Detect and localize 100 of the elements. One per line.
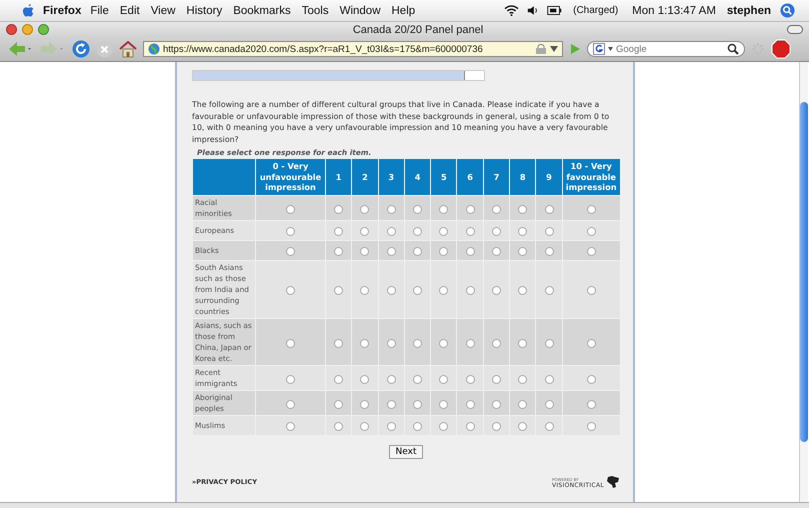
radio-button[interactable]	[544, 338, 554, 348]
radio-button[interactable]	[360, 286, 370, 296]
menu-item[interactable]: File	[90, 4, 109, 16]
radio-button[interactable]	[334, 400, 344, 409]
clock[interactable]: Mon 1:13:47 AM	[632, 4, 716, 16]
radio-button[interactable]	[518, 400, 528, 409]
stop-sign-icon[interactable]	[771, 39, 791, 59]
toolbar-toggle-icon[interactable]	[787, 25, 803, 34]
radio-button[interactable]	[386, 247, 396, 256]
radio-button[interactable]	[386, 338, 396, 348]
radio-button[interactable]	[466, 286, 475, 296]
radio-button[interactable]	[466, 374, 475, 384]
radio-button[interactable]	[466, 400, 475, 409]
radio-button[interactable]	[286, 227, 295, 236]
radio-button[interactable]	[492, 286, 501, 296]
radio-button[interactable]	[466, 227, 475, 236]
radio-button[interactable]	[360, 204, 370, 214]
radio-button[interactable]	[286, 286, 295, 296]
radio-button[interactable]	[413, 400, 422, 409]
radio-button[interactable]	[439, 286, 448, 296]
minimize-icon[interactable]	[22, 24, 33, 35]
radio-button[interactable]	[544, 227, 554, 236]
radio-button[interactable]	[518, 374, 528, 384]
radio-button[interactable]	[518, 204, 528, 214]
radio-button[interactable]	[286, 400, 295, 409]
menu-item[interactable]: Tools	[302, 4, 329, 16]
home-icon[interactable]	[119, 40, 137, 58]
zoom-icon[interactable]	[38, 24, 49, 35]
back-arrow-icon[interactable]	[8, 41, 34, 57]
radio-button[interactable]	[466, 204, 475, 214]
close-icon[interactable]	[6, 24, 17, 35]
radio-button[interactable]	[439, 227, 448, 236]
radio-button[interactable]	[439, 374, 448, 384]
battery-icon[interactable]	[547, 6, 562, 15]
radio-button[interactable]	[544, 400, 554, 409]
radio-button[interactable]	[386, 400, 396, 409]
menu-item[interactable]: Window	[340, 4, 380, 16]
radio-button[interactable]	[492, 374, 501, 384]
radio-button[interactable]	[518, 247, 528, 256]
user-name[interactable]: stephen	[726, 4, 771, 16]
radio-button[interactable]	[413, 204, 422, 214]
menu-item[interactable]: History	[186, 4, 222, 16]
radio-button[interactable]	[518, 338, 528, 348]
radio-button[interactable]	[586, 286, 596, 296]
radio-button[interactable]	[286, 247, 295, 256]
radio-button[interactable]	[544, 204, 554, 214]
apple-logo-icon[interactable]	[22, 3, 35, 18]
radio-button[interactable]	[360, 247, 370, 256]
radio-button[interactable]	[544, 422, 554, 432]
menu-item[interactable]: Bookmarks	[233, 4, 291, 16]
radio-button[interactable]	[518, 286, 528, 296]
address-bar[interactable]: https://www.canada2020.com/S.aspx?r=aR1_V_t03I&s=175&m=600000736	[143, 41, 563, 57]
radio-button[interactable]	[492, 204, 501, 214]
radio-button[interactable]	[334, 204, 344, 214]
radio-button[interactable]	[286, 422, 295, 432]
radio-button[interactable]	[360, 227, 370, 236]
next-button[interactable]: Next	[388, 445, 424, 459]
speaker-icon[interactable]	[527, 5, 540, 16]
scrollbar[interactable]	[799, 62, 808, 502]
radio-button[interactable]	[386, 286, 396, 296]
radio-button[interactable]	[586, 227, 596, 236]
search-field[interactable]: Google	[616, 44, 724, 54]
radio-button[interactable]	[413, 286, 422, 296]
radio-button[interactable]	[586, 422, 596, 432]
radio-button[interactable]	[386, 227, 396, 236]
radio-button[interactable]	[439, 247, 448, 256]
reload-icon[interactable]	[72, 40, 90, 58]
radio-button[interactable]	[439, 400, 448, 409]
radio-button[interactable]	[586, 400, 596, 409]
radio-button[interactable]	[439, 204, 448, 214]
radio-button[interactable]	[518, 227, 528, 236]
radio-button[interactable]	[360, 374, 370, 384]
radio-button[interactable]	[492, 422, 501, 432]
radio-button[interactable]	[386, 374, 396, 384]
radio-button[interactable]	[334, 338, 344, 348]
wifi-icon[interactable]	[504, 5, 520, 16]
radio-button[interactable]	[413, 338, 422, 348]
radio-button[interactable]	[286, 204, 295, 214]
radio-button[interactable]	[286, 374, 295, 384]
radio-button[interactable]	[413, 374, 422, 384]
radio-button[interactable]	[544, 247, 554, 256]
scroll-thumb[interactable]	[800, 102, 808, 442]
menu-item[interactable]: View	[150, 4, 176, 16]
radio-button[interactable]	[413, 247, 422, 256]
radio-button[interactable]	[544, 286, 554, 296]
radio-button[interactable]	[492, 338, 501, 348]
radio-button[interactable]	[360, 422, 370, 432]
radio-button[interactable]	[334, 422, 344, 432]
radio-button[interactable]	[544, 374, 554, 384]
search-box[interactable]: Google	[587, 41, 745, 57]
radio-button[interactable]	[586, 338, 596, 348]
radio-button[interactable]	[466, 338, 475, 348]
go-arrow-icon[interactable]	[569, 43, 581, 55]
radio-button[interactable]	[586, 374, 596, 384]
radio-button[interactable]	[492, 227, 501, 236]
radio-button[interactable]	[492, 400, 501, 409]
search-icon[interactable]	[727, 43, 739, 55]
radio-button[interactable]	[334, 374, 344, 384]
dropdown-icon[interactable]	[550, 46, 558, 52]
radio-button[interactable]	[586, 204, 596, 214]
